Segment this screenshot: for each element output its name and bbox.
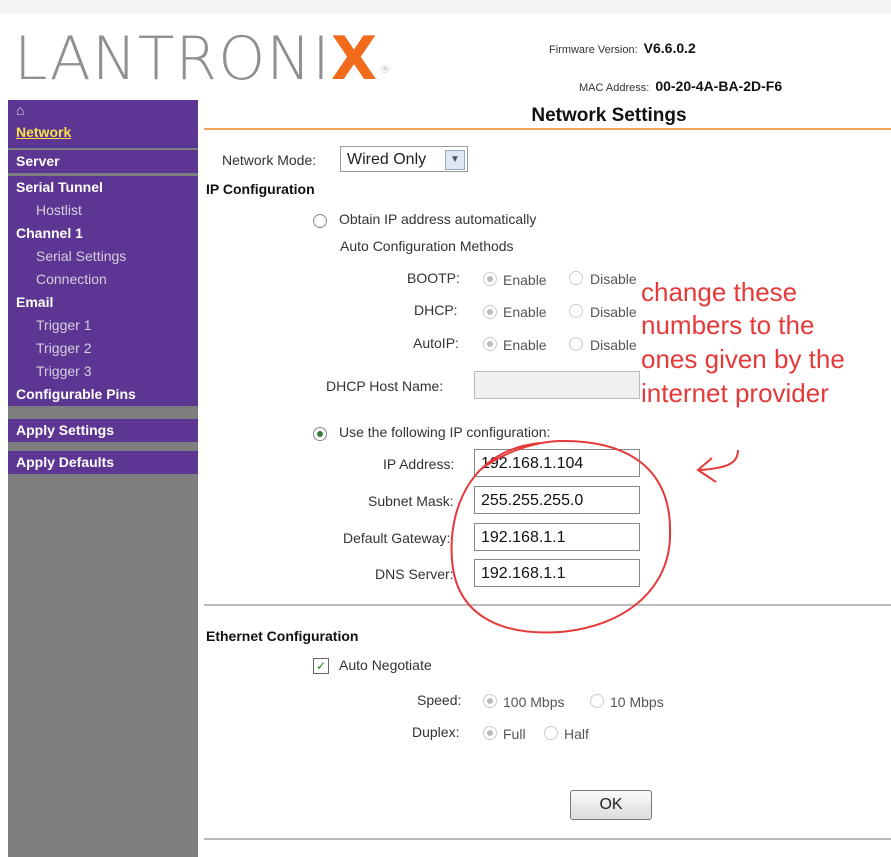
annotation-circle <box>450 439 672 634</box>
annotation-drawing <box>450 439 739 634</box>
annotation-arrow <box>699 449 739 471</box>
